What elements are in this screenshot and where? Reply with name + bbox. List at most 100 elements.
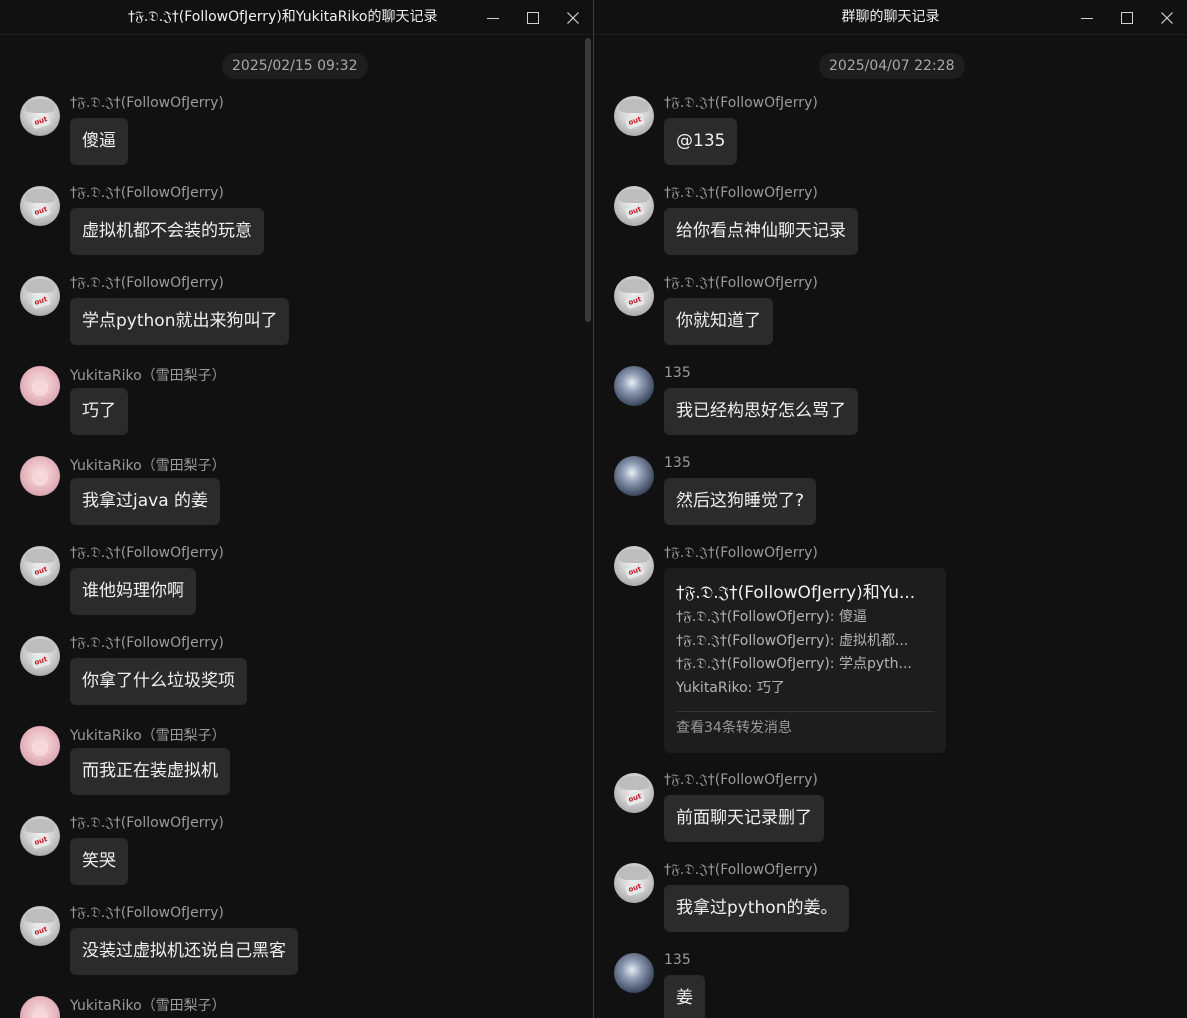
avatar[interactable]: out bbox=[20, 186, 60, 226]
avatar[interactable]: out bbox=[614, 96, 654, 136]
maximize-button[interactable] bbox=[1107, 0, 1147, 35]
avatar-out-sign: out bbox=[624, 293, 646, 310]
avatar-hair bbox=[25, 549, 55, 563]
maximize-icon bbox=[1121, 11, 1133, 24]
avatar[interactable]: out bbox=[20, 96, 60, 136]
avatar-hair bbox=[619, 866, 649, 880]
sender-name[interactable]: †𝔉.𝔇.𝔍†(FollowOfJerry) bbox=[70, 905, 224, 921]
message-bubble[interactable]: 而我正在装虚拟机 bbox=[70, 748, 230, 795]
message-bubble[interactable]: @135 bbox=[664, 118, 738, 165]
message-bubble[interactable]: 前面聊天记录删了 bbox=[664, 795, 824, 842]
avatar-hair bbox=[619, 279, 649, 293]
sender-name[interactable]: †𝔉.𝔇.𝔍†(FollowOfJerry) bbox=[70, 275, 224, 291]
avatar[interactable] bbox=[20, 456, 60, 496]
message-bubble[interactable]: 然后这狗睡觉了? bbox=[664, 478, 817, 525]
sender-name[interactable]: †𝔉.𝔇.𝔍†(FollowOfJerry) bbox=[664, 772, 818, 788]
right-chat-window: 群聊的聊天记录 2025/04/07 22:28 out †𝔉.𝔇.𝔍†(Foll… bbox=[594, 0, 1187, 1018]
message-bubble[interactable]: 我已经构思好怎么骂了 bbox=[664, 388, 858, 435]
avatar[interactable]: out bbox=[20, 546, 60, 586]
left-window-title: †𝔉.𝔇.𝔍†(FollowOfJerry)和YukitaRiko的聊天记录 bbox=[128, 9, 438, 25]
minimize-button[interactable] bbox=[1067, 0, 1107, 35]
avatar-out-sign: out bbox=[30, 203, 52, 220]
forward-preview-line: †𝔉.𝔇.𝔍†(FollowOfJerry): 学点pyth... bbox=[676, 656, 912, 672]
avatar[interactable]: out bbox=[20, 276, 60, 316]
avatar-out-sign: out bbox=[30, 923, 52, 940]
avatar-face bbox=[32, 470, 48, 486]
avatar[interactable]: out bbox=[614, 773, 654, 813]
right-title-bar[interactable]: 群聊的聊天记录 bbox=[594, 0, 1187, 35]
avatar[interactable]: out bbox=[614, 546, 654, 586]
avatar[interactable]: out bbox=[20, 636, 60, 676]
sender-name[interactable]: †𝔉.𝔇.𝔍†(FollowOfJerry) bbox=[70, 545, 224, 561]
avatar-hair bbox=[619, 776, 649, 790]
avatar-face bbox=[32, 1010, 48, 1018]
avatar[interactable] bbox=[614, 953, 654, 993]
avatar[interactable] bbox=[20, 726, 60, 766]
message-bubble[interactable]: 你拿了什么垃圾奖项 bbox=[70, 658, 247, 705]
message-bubble[interactable]: 你就知道了 bbox=[664, 298, 773, 345]
message-bubble[interactable]: 姜 bbox=[664, 975, 705, 1018]
sender-name[interactable]: 135 bbox=[664, 365, 691, 381]
sender-name[interactable]: †𝔉.𝔇.𝔍†(FollowOfJerry) bbox=[664, 185, 818, 201]
sender-name[interactable]: †𝔉.𝔇.𝔍†(FollowOfJerry) bbox=[70, 635, 224, 651]
message-bubble[interactable]: 巧了 bbox=[70, 388, 128, 435]
scrollbar-thumb[interactable] bbox=[585, 38, 591, 322]
sender-name[interactable]: YukitaRiko（雪田梨子） bbox=[70, 725, 226, 745]
minimize-button[interactable] bbox=[473, 0, 513, 35]
avatar[interactable]: out bbox=[614, 863, 654, 903]
avatar-hair bbox=[619, 549, 649, 563]
sender-name[interactable]: †𝔉.𝔇.𝔍†(FollowOfJerry) bbox=[664, 95, 818, 111]
avatar[interactable]: out bbox=[20, 816, 60, 856]
close-icon bbox=[1161, 11, 1173, 24]
message-bubble[interactable]: 我拿过java 的姜 bbox=[70, 478, 221, 525]
minimize-icon bbox=[487, 17, 499, 19]
close-button[interactable] bbox=[553, 0, 593, 35]
sender-name[interactable]: †𝔉.𝔇.𝔍†(FollowOfJerry) bbox=[70, 815, 224, 831]
forward-preview-line: †𝔉.𝔇.𝔍†(FollowOfJerry): 虚拟机都... bbox=[676, 632, 909, 649]
avatar-hair bbox=[619, 99, 649, 113]
date-separator: 2025/02/15 09:32 bbox=[222, 53, 368, 79]
sender-name[interactable]: †𝔉.𝔇.𝔍†(FollowOfJerry) bbox=[70, 95, 224, 111]
message-bubble[interactable]: 笑哭 bbox=[70, 838, 128, 885]
right-message-list[interactable]: 2025/04/07 22:28 out †𝔉.𝔇.𝔍†(FollowOfJerr… bbox=[594, 36, 1187, 1018]
message-bubble[interactable]: 给你看点神仙聊天记录 bbox=[664, 208, 858, 255]
avatar-hair bbox=[25, 99, 55, 113]
message-bubble[interactable]: 虚拟机都不会装的玩意 bbox=[70, 208, 264, 255]
close-button[interactable] bbox=[1147, 0, 1187, 35]
maximize-button[interactable] bbox=[513, 0, 553, 35]
avatar[interactable]: out bbox=[20, 906, 60, 946]
left-message-list[interactable]: 2025/02/15 09:32 out †𝔉.𝔇.𝔍†(FollowOfJerr… bbox=[0, 36, 593, 1018]
message-bubble[interactable]: 傻逼 bbox=[70, 118, 128, 165]
date-separator: 2025/04/07 22:28 bbox=[819, 53, 965, 79]
message-bubble[interactable]: 没装过虚拟机还说自己黑客 bbox=[70, 928, 298, 975]
sender-name[interactable]: 135 bbox=[664, 952, 691, 968]
right-window-controls bbox=[1067, 0, 1187, 35]
avatar-out-sign: out bbox=[30, 563, 52, 580]
message-bubble[interactable]: 我拿过python的姜。 bbox=[664, 885, 850, 932]
avatar-out-sign: out bbox=[624, 203, 646, 220]
avatar[interactable] bbox=[614, 456, 654, 496]
close-icon bbox=[567, 11, 579, 24]
sender-name[interactable]: YukitaRiko（雪田梨子） bbox=[70, 995, 226, 1015]
sender-name[interactable]: †𝔉.𝔇.𝔍†(FollowOfJerry) bbox=[664, 862, 818, 878]
sender-name[interactable]: †𝔉.𝔇.𝔍†(FollowOfJerry) bbox=[70, 185, 224, 201]
sender-name[interactable]: YukitaRiko（雪田梨子） bbox=[70, 455, 226, 475]
left-title-bar[interactable]: †𝔉.𝔇.𝔍†(FollowOfJerry)和YukitaRiko的聊天记录 bbox=[0, 0, 593, 35]
avatar[interactable]: out bbox=[614, 276, 654, 316]
avatar[interactable] bbox=[20, 996, 60, 1018]
avatar-out-sign: out bbox=[30, 293, 52, 310]
avatar-hair bbox=[25, 279, 55, 293]
view-forwarded-messages-link[interactable]: 查看34条转发消息 bbox=[676, 712, 934, 745]
sender-name[interactable]: 135 bbox=[664, 455, 691, 471]
avatar[interactable]: out bbox=[614, 186, 654, 226]
avatar-hair bbox=[25, 819, 55, 833]
avatar[interactable] bbox=[20, 366, 60, 406]
message-bubble[interactable]: 谁他妈理你啊 bbox=[70, 568, 196, 615]
message-bubble[interactable]: 学点python就出来狗叫了 bbox=[70, 298, 290, 345]
forwarded-chat-card[interactable]: †𝔉.𝔇.𝔍†(FollowOfJerry)和Yu... †𝔉.𝔇.𝔍†(Foll… bbox=[664, 568, 946, 753]
sender-name[interactable]: †𝔉.𝔇.𝔍†(FollowOfJerry) bbox=[664, 275, 818, 291]
avatar[interactable] bbox=[614, 366, 654, 406]
sender-name[interactable]: †𝔉.𝔇.𝔍†(FollowOfJerry) bbox=[664, 545, 818, 561]
forward-preview-line: YukitaRiko: 巧了 bbox=[676, 679, 785, 696]
sender-name[interactable]: YukitaRiko（雪田梨子） bbox=[70, 365, 226, 385]
